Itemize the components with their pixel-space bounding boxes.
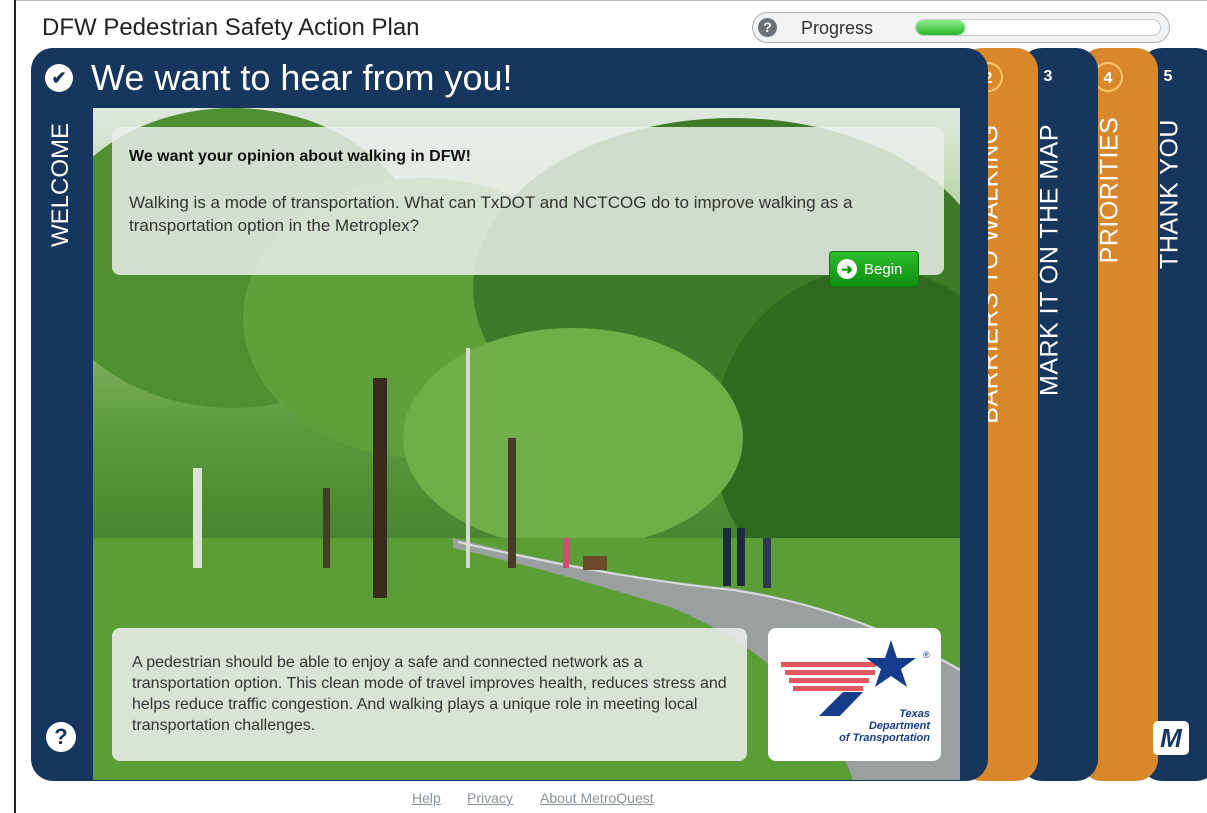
metroquest-logo-icon[interactable]: M [1153, 721, 1189, 755]
footer-privacy-link[interactable]: Privacy [467, 790, 513, 806]
txdot-line-1: Texas [899, 708, 930, 720]
panel-header-title: We want to hear from you! [91, 57, 513, 98]
txdot-emblem: ® [781, 640, 930, 716]
info-text: A pedestrian should be able to enjoy a s… [132, 654, 727, 734]
progress-bar-fill [916, 20, 965, 35]
txdot-line-2: Department [868, 720, 930, 732]
txdot-logo-text: Texas Department of Transportation [820, 708, 930, 744]
left-border [14, 0, 16, 813]
step-label: PRIORITIES [1095, 116, 1124, 264]
top-border [14, 0, 1207, 1]
intro-body: Walking is a mode of transportation. Wha… [129, 193, 853, 235]
help-icon[interactable]: ? [46, 722, 76, 752]
txdot-line-3: of Transportation [839, 732, 930, 744]
begin-button[interactable]: ➜ Begin [829, 251, 919, 287]
step-label: THANK YOU [1155, 119, 1184, 269]
begin-button-label: Begin [864, 261, 903, 278]
step-label: MARK IT ON THE MAP [1035, 123, 1064, 397]
footer-about-link[interactable]: About MetroQuest [540, 790, 654, 806]
progress-widget: ? Progress [752, 12, 1170, 43]
progress-help-icon[interactable]: ? [758, 18, 777, 37]
welcome-tab-label: WELCOME [47, 122, 74, 248]
progress-bar [915, 19, 1161, 36]
svg-text:®: ® [923, 650, 930, 660]
txdot-logo: ® Texas Department of Transportation [768, 628, 941, 761]
progress-label: Progress [801, 18, 874, 38]
intro-heading: We want your opinion about walking in DF… [129, 148, 471, 165]
arrow-right-circle-icon: ➜ [837, 259, 857, 279]
footer-help-link[interactable]: Help [412, 790, 441, 806]
app-title: DFW Pedestrian Safety Action Plan [42, 14, 420, 41]
check-icon: ✔ [45, 64, 73, 92]
